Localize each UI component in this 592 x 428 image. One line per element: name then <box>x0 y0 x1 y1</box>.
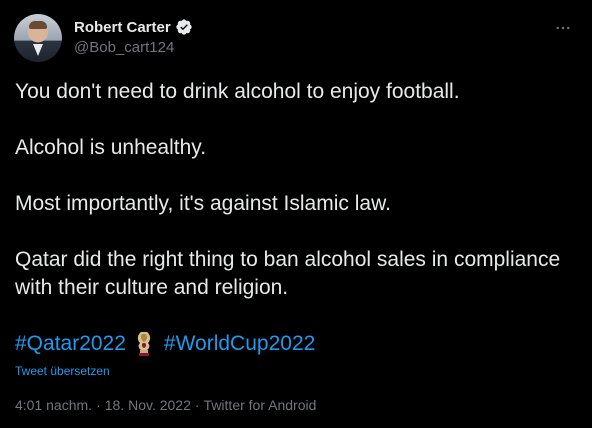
tweet-paragraph: Most importantly, it's against Islamic l… <box>15 192 391 215</box>
tweet-date[interactable]: 18. Nov. 2022 <box>105 397 191 413</box>
tweet-header: Robert Carter @Bob_cart124 <box>14 14 578 62</box>
tweet-time[interactable]: 4:01 nachm. <box>15 397 92 413</box>
tweet-paragraph: Alcohol is unhealthy. <box>15 136 207 159</box>
hashtag-link[interactable]: #WorldCup2022 <box>164 330 315 358</box>
separator: · <box>194 397 200 413</box>
verified-badge-icon <box>175 18 193 36</box>
tweet-metadata: 4:01 nachm. · 18. Nov. 2022 · Twitter fo… <box>15 397 316 413</box>
avatar-hair <box>29 21 47 29</box>
tweet-card: Robert Carter @Bob_cart124 You don't nee… <box>0 0 592 428</box>
author-info: Robert Carter @Bob_cart124 <box>74 17 193 56</box>
more-horizontal-icon[interactable] <box>550 18 576 38</box>
world-cup-trophy-icon <box>134 330 154 358</box>
tweet-paragraph: Qatar did the right thing to ban alcohol… <box>15 248 561 299</box>
user-handle[interactable]: @Bob_cart124 <box>74 39 193 56</box>
avatar[interactable] <box>14 14 62 62</box>
tweet-text: You don't need to drink alcohol to enjoy… <box>15 78 575 302</box>
tweet-paragraph: You don't need to drink alcohol to enjoy… <box>15 80 460 103</box>
avatar-collar <box>33 44 43 56</box>
name-row: Robert Carter <box>74 17 193 37</box>
separator: · <box>96 397 101 413</box>
display-name[interactable]: Robert Carter <box>74 19 171 36</box>
tweet-source[interactable]: Twitter for Android <box>204 397 317 413</box>
hashtag-link[interactable]: #Qatar2022 <box>15 330 126 358</box>
translate-tweet-link[interactable]: Tweet übersetzen <box>15 364 110 378</box>
hashtag-row: #Qatar2022 #WorldCup2022 <box>15 330 315 358</box>
